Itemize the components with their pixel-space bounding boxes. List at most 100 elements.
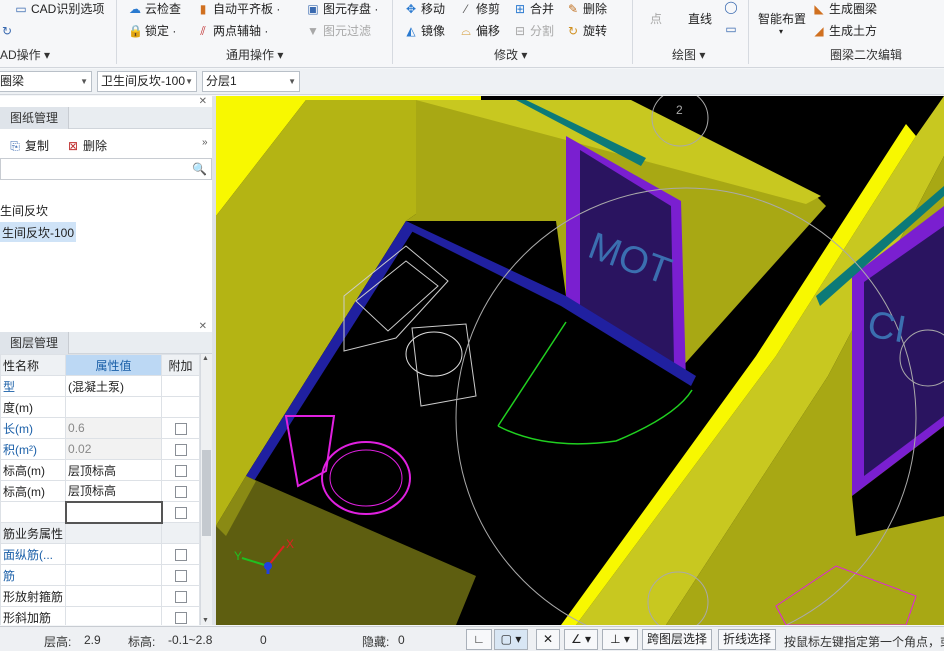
element-name-select[interactable]: 卫生间反坎-100 ▼ xyxy=(97,71,197,92)
merge-button[interactable]: ⊞ 合并 xyxy=(513,0,554,17)
property-extra xyxy=(161,375,201,397)
eraser-icon: ✎ xyxy=(567,1,579,16)
extra-checkbox[interactable] xyxy=(174,590,187,603)
refresh-icon[interactable]: ↻ xyxy=(0,24,14,38)
tab-drawing-management[interactable]: 图纸管理 xyxy=(0,107,70,129)
auto-level-icon: ▮ xyxy=(199,1,207,16)
arc-icon[interactable]: ◯ xyxy=(724,0,738,14)
property-row[interactable]: 度(m) xyxy=(0,396,201,418)
generate-earthwork-button[interactable]: ◢ 生成土方 xyxy=(812,22,877,39)
two-point-axis-button[interactable]: ⫽ 两点辅轴 · xyxy=(196,22,268,39)
property-value[interactable] xyxy=(65,606,163,625)
property-row[interactable]: 筋 xyxy=(0,564,201,586)
scroll-down-icon[interactable]: ▼ xyxy=(202,617,209,624)
trim-button[interactable]: ⁄ 修剪 xyxy=(459,0,500,17)
element-type-select[interactable]: 圈梁 ▼ xyxy=(0,71,92,92)
extra-checkbox[interactable] xyxy=(174,485,187,498)
property-value[interactable] xyxy=(65,564,163,586)
property-row[interactable]: 长(m) 0.6 xyxy=(0,417,201,439)
common-ops-group-label[interactable]: 通用操作 ▾ xyxy=(226,46,283,63)
axis-x-label: X xyxy=(286,537,294,551)
property-value[interactable] xyxy=(65,543,163,565)
lock-button[interactable]: 🔒 锁定 · xyxy=(128,22,176,39)
merge-icon: ⊞ xyxy=(514,1,526,16)
property-value[interactable]: 0.6 xyxy=(65,417,163,439)
generate-ring-beam-button[interactable]: ◣ 生成圈梁 xyxy=(812,0,877,17)
property-name: 型 xyxy=(0,375,67,397)
smart-layout-arrow[interactable]: ▾ xyxy=(779,27,783,36)
property-row[interactable]: 形放射箍筋 xyxy=(0,585,201,607)
property-row[interactable]: 形斜加筋 xyxy=(0,606,201,625)
extra-checkbox[interactable] xyxy=(174,569,187,582)
property-scrollbar[interactable]: ▲ ▼ xyxy=(200,354,212,625)
3d-viewport[interactable]: 2 MOT CI X Y xyxy=(216,96,944,625)
smart-layout-button[interactable]: 智能布置 xyxy=(758,10,806,27)
drawing-search-input[interactable]: 🔍 xyxy=(0,158,212,180)
more-icon[interactable]: » xyxy=(202,137,208,148)
property-value[interactable] xyxy=(64,500,163,524)
scrollbar-thumb[interactable] xyxy=(202,450,211,536)
property-row[interactable]: 标高(m) 层顶标高 xyxy=(0,459,201,481)
property-row[interactable] xyxy=(0,500,201,524)
cloud-check-button[interactable]: ☁ 云检查 xyxy=(128,0,181,17)
snap-toggle-icon[interactable]: ▢ ▾ xyxy=(494,629,528,650)
floor-select[interactable]: 分层1 ▼ xyxy=(202,71,300,92)
line-button[interactable]: 直线 xyxy=(688,10,712,27)
property-extra xyxy=(161,459,201,481)
property-row[interactable]: 标高(m) 层顶标高 xyxy=(0,480,201,502)
extra-checkbox[interactable] xyxy=(174,506,187,519)
close-icon[interactable]: ✕ xyxy=(199,321,207,332)
point-button[interactable]: 点 xyxy=(650,10,662,27)
property-value[interactable]: 0.02 xyxy=(65,438,163,460)
property-extra xyxy=(161,438,201,460)
cad-ops-group-label[interactable]: AD操作 ▾ xyxy=(0,46,50,63)
offset-button[interactable]: ⌓ 偏移 xyxy=(459,22,500,39)
dimension-snap-icon[interactable]: ⊥ ▾ xyxy=(602,629,638,650)
extra-checkbox[interactable] xyxy=(174,464,187,477)
extra-checkbox[interactable] xyxy=(174,443,187,456)
property-row[interactable]: 积(m²) 0.02 xyxy=(0,438,201,460)
rotate-button[interactable]: ↻ 旋转 xyxy=(566,22,607,39)
delete-drawing-button[interactable]: ⊠ 删除 xyxy=(66,137,107,154)
floor-height-value: 2.9 xyxy=(84,633,101,647)
tree-item-1[interactable]: 生间反坎 xyxy=(0,202,48,219)
offset-icon: ⌓ xyxy=(461,23,471,38)
auto-level-slab-button[interactable]: ▮ 自动平齐板 · xyxy=(196,0,281,17)
copy-drawing-button[interactable]: ⎘ 复制 xyxy=(8,137,49,154)
ortho-toggle-icon[interactable]: ∟ xyxy=(466,629,492,650)
cross-snap-icon[interactable]: ✕ xyxy=(536,629,560,650)
cross-layer-select-button[interactable]: 跨图层选择 xyxy=(642,629,712,650)
draw-group-label[interactable]: 绘图 ▾ xyxy=(672,46,705,63)
tab-layer-management[interactable]: 图层管理 xyxy=(0,332,70,354)
property-row[interactable]: 筋业务属性 xyxy=(0,522,201,544)
property-value[interactable] xyxy=(65,585,163,607)
search-icon[interactable]: 🔍 xyxy=(192,162,207,176)
property-value[interactable] xyxy=(65,522,163,544)
property-value[interactable]: (混凝土泵) xyxy=(65,375,163,397)
scroll-up-icon[interactable]: ▲ xyxy=(202,355,209,362)
polyline-select-button[interactable]: 折线选择 xyxy=(718,629,776,650)
extra-checkbox[interactable] xyxy=(174,422,187,435)
modify-group-label[interactable]: 修改 ▾ xyxy=(494,46,527,63)
filter-element-button[interactable]: ▼ 图元过滤 xyxy=(306,22,371,39)
model-canvas[interactable]: 2 MOT CI X Y xyxy=(216,96,944,625)
property-row[interactable]: 面纵筋(... xyxy=(0,543,201,565)
tree-item-2-selected[interactable]: 生间反坎-100 xyxy=(0,222,77,242)
close-icon[interactable]: ✕ xyxy=(199,96,207,107)
property-extra xyxy=(161,606,201,625)
property-value[interactable] xyxy=(65,396,163,418)
angle-snap-icon[interactable]: ∠ ▾ xyxy=(564,629,598,650)
delete-button[interactable]: ✎ 删除 xyxy=(566,0,607,17)
extra-checkbox[interactable] xyxy=(174,548,187,561)
property-row[interactable]: 型 (混凝土泵) xyxy=(0,375,201,397)
save-element-button[interactable]: ▣ 图元存盘 · xyxy=(306,0,378,17)
property-value[interactable]: 层顶标高 xyxy=(65,459,163,481)
cad-identify-option-button[interactable]: ▭ CAD识别选项 xyxy=(14,0,104,17)
mirror-button[interactable]: ◭ 镜像 xyxy=(404,22,445,39)
move-button[interactable]: ✥ 移动 xyxy=(404,0,445,17)
rectangle-icon[interactable]: ▭ xyxy=(724,22,738,36)
property-value[interactable]: 层顶标高 xyxy=(65,480,163,502)
extra-checkbox[interactable] xyxy=(174,611,187,624)
property-extra xyxy=(161,480,201,502)
split-button[interactable]: ⊟ 分割 xyxy=(513,22,554,39)
